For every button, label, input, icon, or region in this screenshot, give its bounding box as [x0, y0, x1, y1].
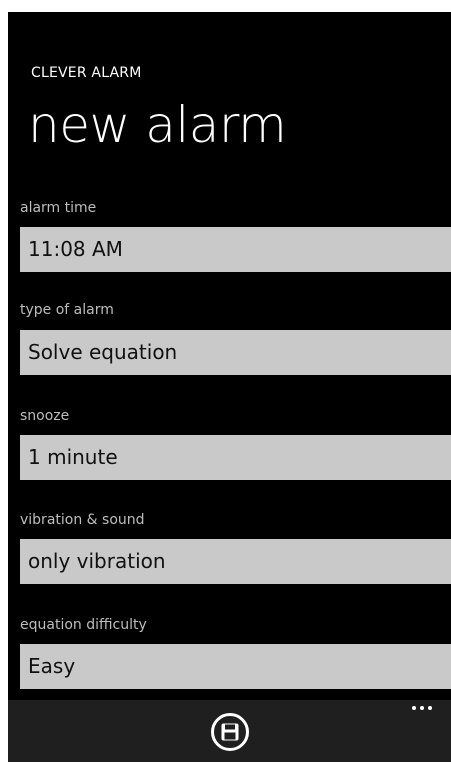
- page-title: new alarm: [28, 96, 287, 154]
- equation-difficulty-picker[interactable]: Easy: [20, 644, 451, 689]
- vibration-sound-label: vibration & sound: [20, 512, 145, 528]
- alarm-time-picker[interactable]: 11:08 AM: [20, 227, 451, 272]
- snooze-label: snooze: [20, 408, 70, 424]
- alarm-time-label: alarm time: [20, 200, 97, 216]
- app-bar: [8, 700, 451, 762]
- app-name: CLEVER ALARM: [31, 65, 142, 81]
- more-icon: [412, 706, 432, 710]
- type-of-alarm-label: type of alarm: [20, 302, 114, 318]
- snooze-picker[interactable]: 1 minute: [20, 435, 451, 480]
- vibration-sound-picker[interactable]: only vibration: [20, 539, 451, 584]
- more-options-button[interactable]: [407, 700, 439, 720]
- equation-difficulty-label: equation difficulty: [20, 617, 147, 633]
- type-of-alarm-picker[interactable]: Solve equation: [20, 330, 451, 375]
- save-icon: [211, 713, 249, 751]
- phone-screen: CLEVER ALARM new alarm alarm time 11:08 …: [8, 12, 451, 762]
- save-button[interactable]: [210, 712, 250, 752]
